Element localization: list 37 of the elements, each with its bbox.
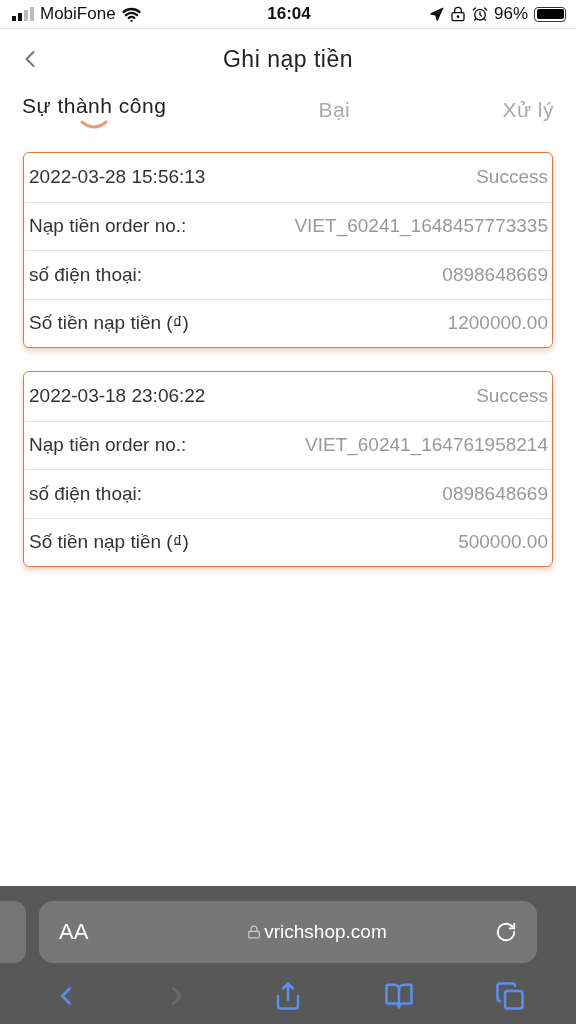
row-label: Nạp tiền order no.: (29, 215, 187, 238)
lock-icon (247, 925, 262, 939)
address-bar[interactable]: AA vrichshop.com (39, 901, 537, 963)
alarm-icon (472, 6, 488, 22)
page-title: Ghi nạp tiền (223, 45, 353, 73)
carrier-name: MobiFone (40, 4, 116, 24)
row-label: số điện thoại: (29, 263, 143, 286)
row-value: 1200000.00 (447, 312, 548, 335)
battery-icon (534, 6, 566, 22)
book-icon[interactable] (384, 981, 415, 1011)
location-icon (429, 6, 444, 22)
signal-icon (12, 7, 34, 21)
row-label: Số tiền nạp tiền (₫) (29, 531, 189, 554)
row-value: 500000.00 (458, 531, 548, 554)
row-value: 0898648669 (442, 482, 548, 505)
tab[interactable]: Xử lý (502, 97, 554, 123)
row-value: 0898648669 (442, 263, 548, 286)
row-value: VIET_60241_164761958214 (305, 434, 548, 457)
tabs-icon[interactable] (495, 981, 526, 1011)
row-value: Success (476, 166, 548, 189)
tab-indicator (80, 120, 109, 130)
url-text: vrichshop.com (264, 921, 387, 943)
text-size-button[interactable]: AA (59, 919, 169, 945)
reload-icon[interactable] (495, 921, 517, 943)
row-label: 2022-03-28 15:56:13 (29, 166, 206, 189)
rotation-lock-icon (450, 6, 466, 22)
tab[interactable]: Sự thành công (22, 93, 167, 119)
status-time: 16:04 (267, 4, 311, 24)
battery-percent: 96% (494, 4, 528, 24)
tab[interactable]: Bại (318, 97, 351, 123)
row-value: Success (476, 385, 548, 408)
row-label: Số tiền nạp tiền (₫) (29, 312, 189, 335)
row-label: 2022-03-18 23:06:22 (29, 385, 206, 408)
row-label: số điện thoại: (29, 482, 143, 505)
row-label: Nạp tiền order no.: (29, 434, 187, 457)
tab-preview[interactable] (0, 901, 26, 963)
row-value: VIET_60241_1648457773335 (294, 215, 548, 238)
